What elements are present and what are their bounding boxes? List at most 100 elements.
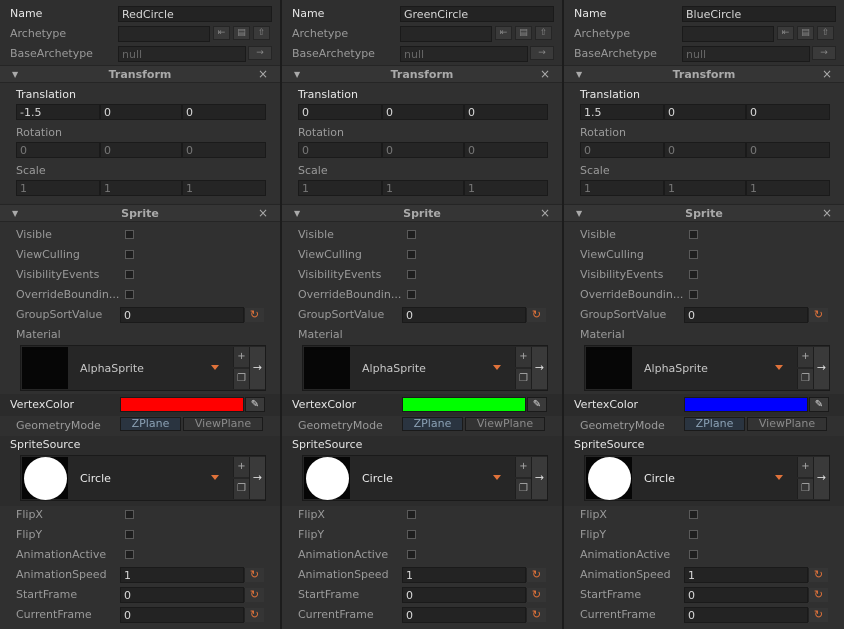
- close-icon[interactable]: ×: [822, 67, 832, 81]
- archetype-field[interactable]: [400, 26, 492, 42]
- arrow-right-icon[interactable]: →: [531, 347, 547, 389]
- revert-icon[interactable]: ⇤: [495, 26, 512, 40]
- translation-z-field[interactable]: 0: [746, 104, 830, 120]
- refresh-icon[interactable]: ↻: [526, 308, 546, 322]
- copy-icon[interactable]: ❐: [233, 479, 249, 499]
- rotation-x-field[interactable]: 0: [16, 142, 100, 158]
- vertex-color-swatch[interactable]: [120, 397, 244, 412]
- visibility-events-checkbox[interactable]: [407, 270, 416, 279]
- copy-icon[interactable]: ❐: [515, 479, 531, 499]
- base-archetype-field[interactable]: null: [682, 46, 810, 62]
- group-sort-value-field[interactable]: 0: [684, 307, 808, 323]
- rotation-z-field[interactable]: 0: [464, 142, 548, 158]
- zplane-button[interactable]: ZPlane: [120, 417, 181, 431]
- animation-speed-field[interactable]: 1: [684, 567, 808, 583]
- scale-x-field[interactable]: 1: [580, 180, 664, 196]
- archetype-field[interactable]: [118, 26, 210, 42]
- refresh-icon[interactable]: ↻: [808, 308, 828, 322]
- material-picker[interactable]: AlphaSprite + ❐ →: [20, 345, 266, 391]
- name-field[interactable]: BlueCircle: [682, 6, 836, 22]
- visible-checkbox[interactable]: [407, 230, 416, 239]
- close-icon[interactable]: ×: [258, 206, 268, 220]
- translation-z-field[interactable]: 0: [182, 104, 266, 120]
- arrow-right-icon[interactable]: →: [249, 457, 265, 499]
- sprite-source-picker[interactable]: Circle + ❐ →: [584, 455, 830, 501]
- revert-icon[interactable]: ⇤: [213, 26, 230, 40]
- view-culling-checkbox[interactable]: [407, 250, 416, 259]
- translation-x-field[interactable]: 1.5: [580, 104, 664, 120]
- copy-icon[interactable]: ❐: [797, 369, 813, 389]
- animation-speed-field[interactable]: 1: [402, 567, 526, 583]
- start-frame-field[interactable]: 0: [120, 587, 244, 603]
- translation-z-field[interactable]: 0: [464, 104, 548, 120]
- archetype-field[interactable]: [682, 26, 774, 42]
- dropdown-icon[interactable]: [775, 365, 783, 370]
- translation-y-field[interactable]: 0: [382, 104, 464, 120]
- animation-active-checkbox[interactable]: [125, 550, 134, 559]
- arrow-right-icon[interactable]: →: [813, 347, 829, 389]
- upload-left-icon[interactable]: ▤: [233, 26, 250, 40]
- dropdown-icon[interactable]: [211, 475, 219, 480]
- start-frame-field[interactable]: 0: [684, 587, 808, 603]
- viewplane-button[interactable]: ViewPlane: [747, 417, 827, 431]
- refresh-icon[interactable]: ↻: [244, 588, 264, 602]
- refresh-icon[interactable]: ↻: [808, 588, 828, 602]
- copy-icon[interactable]: ❐: [233, 369, 249, 389]
- flip-y-checkbox[interactable]: [689, 530, 698, 539]
- close-icon[interactable]: ×: [540, 206, 550, 220]
- upload-icon[interactable]: ⇧: [535, 26, 552, 40]
- override-bounding-checkbox[interactable]: [407, 290, 416, 299]
- upload-icon[interactable]: ⇧: [817, 26, 834, 40]
- sprite-source-picker[interactable]: Circle + ❐ →: [20, 455, 266, 501]
- visibility-events-checkbox[interactable]: [125, 270, 134, 279]
- rotation-y-field[interactable]: 0: [100, 142, 182, 158]
- dropdown-icon[interactable]: [493, 365, 501, 370]
- scale-y-field[interactable]: 1: [664, 180, 746, 196]
- upload-left-icon[interactable]: ▤: [515, 26, 532, 40]
- transform-header[interactable]: ▼ Transform ×: [282, 65, 562, 83]
- plus-icon[interactable]: +: [233, 347, 249, 367]
- visibility-events-checkbox[interactable]: [689, 270, 698, 279]
- dropdown-icon[interactable]: [775, 475, 783, 480]
- revert-icon[interactable]: ⇤: [777, 26, 794, 40]
- material-picker[interactable]: AlphaSprite + ❐ →: [302, 345, 548, 391]
- viewplane-button[interactable]: ViewPlane: [183, 417, 263, 431]
- dropdown-icon[interactable]: [493, 475, 501, 480]
- vertex-color-swatch[interactable]: [684, 397, 808, 412]
- sprite-header[interactable]: ▼ Sprite ×: [564, 204, 844, 222]
- start-frame-field[interactable]: 0: [402, 587, 526, 603]
- refresh-icon[interactable]: ↻: [808, 608, 828, 622]
- flip-x-checkbox[interactable]: [689, 510, 698, 519]
- plus-icon[interactable]: +: [233, 457, 249, 477]
- copy-icon[interactable]: ❐: [797, 479, 813, 499]
- plus-icon[interactable]: +: [797, 457, 813, 477]
- arrow-right-icon[interactable]: →: [812, 46, 836, 60]
- translation-x-field[interactable]: 0: [298, 104, 382, 120]
- scale-y-field[interactable]: 1: [382, 180, 464, 196]
- eyedropper-icon[interactable]: ✎: [245, 397, 265, 412]
- translation-x-field[interactable]: -1.5: [16, 104, 100, 120]
- arrow-right-icon[interactable]: →: [249, 347, 265, 389]
- scale-z-field[interactable]: 1: [746, 180, 830, 196]
- sprite-header[interactable]: ▼ Sprite ×: [282, 204, 562, 222]
- current-frame-field[interactable]: 0: [684, 607, 808, 623]
- animation-active-checkbox[interactable]: [689, 550, 698, 559]
- dropdown-icon[interactable]: [211, 365, 219, 370]
- flip-x-checkbox[interactable]: [125, 510, 134, 519]
- sprite-source-picker[interactable]: Circle + ❐ →: [302, 455, 548, 501]
- base-archetype-field[interactable]: null: [118, 46, 246, 62]
- close-icon[interactable]: ×: [258, 67, 268, 81]
- base-archetype-field[interactable]: null: [400, 46, 528, 62]
- group-sort-value-field[interactable]: 0: [402, 307, 526, 323]
- eyedropper-icon[interactable]: ✎: [527, 397, 547, 412]
- visible-checkbox[interactable]: [689, 230, 698, 239]
- zplane-button[interactable]: ZPlane: [402, 417, 463, 431]
- name-field[interactable]: RedCircle: [118, 6, 272, 22]
- arrow-right-icon[interactable]: →: [813, 457, 829, 499]
- flip-x-checkbox[interactable]: [407, 510, 416, 519]
- rotation-y-field[interactable]: 0: [382, 142, 464, 158]
- scale-x-field[interactable]: 1: [16, 180, 100, 196]
- refresh-icon[interactable]: ↻: [526, 588, 546, 602]
- refresh-icon[interactable]: ↻: [808, 568, 828, 582]
- rotation-x-field[interactable]: 0: [580, 142, 664, 158]
